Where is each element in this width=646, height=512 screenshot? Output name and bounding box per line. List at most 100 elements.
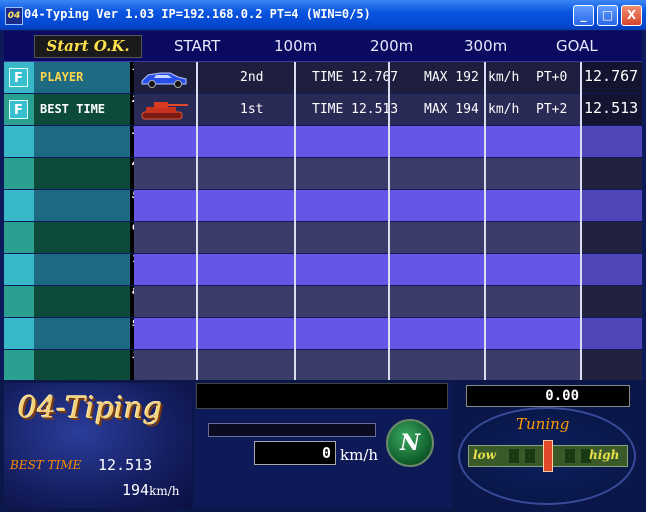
racer-name-cell	[34, 350, 130, 381]
race-track	[134, 286, 582, 317]
racer-name-cell	[34, 126, 130, 157]
typing-panel: 0 km/h N	[194, 383, 452, 508]
flag-cell	[4, 126, 34, 157]
flag-cell	[4, 318, 34, 349]
best-speed: 194km/h	[122, 481, 180, 499]
flag-cell: F	[4, 94, 34, 125]
flag-cell	[4, 286, 34, 317]
race-track	[134, 318, 582, 349]
racer-name-cell: BEST TIME	[34, 94, 130, 125]
racer-row: 6	[4, 222, 642, 254]
title-bar[interactable]: 04 04-Typing Ver 1.03 IP=192.168.0.2 PT=…	[0, 0, 646, 30]
app-icon: 04	[5, 7, 23, 25]
red-tank-icon	[138, 99, 190, 121]
racer-name-cell	[34, 222, 130, 253]
distance-marker-line	[294, 62, 296, 380]
racer-row: 10	[4, 350, 642, 382]
header-100m: 100m	[274, 37, 318, 55]
typing-input[interactable]	[196, 383, 448, 409]
close-button[interactable]: X	[621, 5, 642, 26]
score-cell	[582, 286, 642, 317]
racer-rank: 2nd	[240, 70, 264, 85]
race-header: Start O.K. START 100m 200m 300m GOAL	[4, 31, 642, 62]
flag-cell: F	[4, 62, 34, 93]
racer-row: 8	[4, 286, 642, 318]
race-track	[134, 126, 582, 157]
tuning-high-label: high	[589, 448, 620, 462]
race-track	[134, 190, 582, 221]
maximize-button[interactable]: □	[597, 5, 618, 26]
racer-row: 7	[4, 254, 642, 286]
race-track	[134, 350, 582, 381]
racer-row: 9	[4, 318, 642, 350]
tuning-slider[interactable]: low high	[468, 440, 628, 472]
elapsed-time-display: 0.00	[466, 385, 630, 407]
racer-name-cell	[34, 158, 130, 189]
game-window: 04 04-Typing Ver 1.03 IP=192.168.0.2 PT=…	[0, 0, 646, 512]
blue-car-icon	[138, 67, 190, 89]
logo-panel: 04-Tiping BEST TIME 12.513 194km/h	[4, 383, 192, 508]
best-speed-value: 194	[122, 481, 150, 499]
racer-name: PLAYER	[40, 70, 84, 84]
score-cell	[582, 222, 642, 253]
tuning-knob[interactable]	[543, 440, 553, 472]
racer-points: PT+2	[536, 102, 568, 117]
race-track	[134, 222, 582, 253]
racer-name-cell	[34, 190, 130, 221]
typing-progress-bar	[208, 423, 376, 437]
racer-row: 5	[4, 190, 642, 222]
tuning-segment	[509, 449, 519, 463]
flag-cell	[4, 158, 34, 189]
header-start: START	[174, 37, 221, 55]
start-ok-button[interactable]: Start O.K.	[34, 35, 142, 58]
score-cell	[582, 126, 642, 157]
racer-name: BEST TIME	[40, 102, 106, 116]
flag-cell	[4, 254, 34, 285]
racer-rank: 1st	[240, 102, 264, 117]
racer-score: 12.767	[584, 67, 639, 85]
racer-row: 3	[4, 126, 642, 158]
header-300m: 300m	[464, 37, 508, 55]
speed-display: 0	[254, 441, 336, 465]
racer-max-speed: MAX 192	[424, 70, 479, 85]
racer-name-cell	[34, 254, 130, 285]
header-goal: GOAL	[556, 37, 598, 55]
racer-row: 4	[4, 158, 642, 190]
tuning-low-label: low	[473, 448, 496, 462]
best-time-value: 12.513	[98, 456, 153, 474]
flag-cell	[4, 222, 34, 253]
score-cell	[582, 158, 642, 189]
racer-time: TIME 12.513	[312, 102, 399, 117]
distance-marker-line	[580, 62, 582, 380]
best-time-label: BEST TIME	[10, 458, 82, 472]
minimize-button[interactable]: _	[573, 5, 594, 26]
best-speed-unit: km/h	[149, 484, 180, 498]
racer-name-cell	[34, 286, 130, 317]
tuning-label: Tuning	[516, 415, 570, 433]
tuning-segment	[525, 449, 535, 463]
racer-points: PT+0	[536, 70, 568, 85]
finish-flag-icon: F	[9, 100, 28, 119]
flag-cell	[4, 190, 34, 221]
racer-speed-unit: km/h	[488, 70, 520, 85]
racer-row: FBEST TIME21stTIME 12.513MAX 194km/hPT+2…	[4, 94, 642, 126]
nitro-button[interactable]: N	[386, 419, 434, 467]
flag-cell	[4, 350, 34, 381]
distance-marker-line	[484, 62, 486, 380]
racer-score: 12.513	[584, 99, 639, 117]
race-track	[134, 254, 582, 285]
racer-max-speed: MAX 194	[424, 102, 479, 117]
score-cell	[582, 350, 642, 381]
window-title: 04-Typing Ver 1.03 IP=192.168.0.2 PT=4 (…	[24, 7, 371, 21]
tuning-segment	[565, 449, 575, 463]
distance-marker-line	[196, 62, 198, 380]
score-cell	[582, 254, 642, 285]
distance-marker-line	[388, 62, 390, 380]
racer-name-cell	[34, 318, 130, 349]
header-200m: 200m	[370, 37, 414, 55]
tuning-panel: 0.00 Tuning low high	[454, 383, 642, 508]
finish-flag-icon: F	[9, 68, 28, 87]
racer-time: TIME 12.767	[312, 70, 399, 85]
app-logo: 04-Tiping	[18, 391, 163, 426]
racer-row: FPLAYER12ndTIME 12.767MAX 192km/hPT+012.…	[4, 62, 642, 94]
